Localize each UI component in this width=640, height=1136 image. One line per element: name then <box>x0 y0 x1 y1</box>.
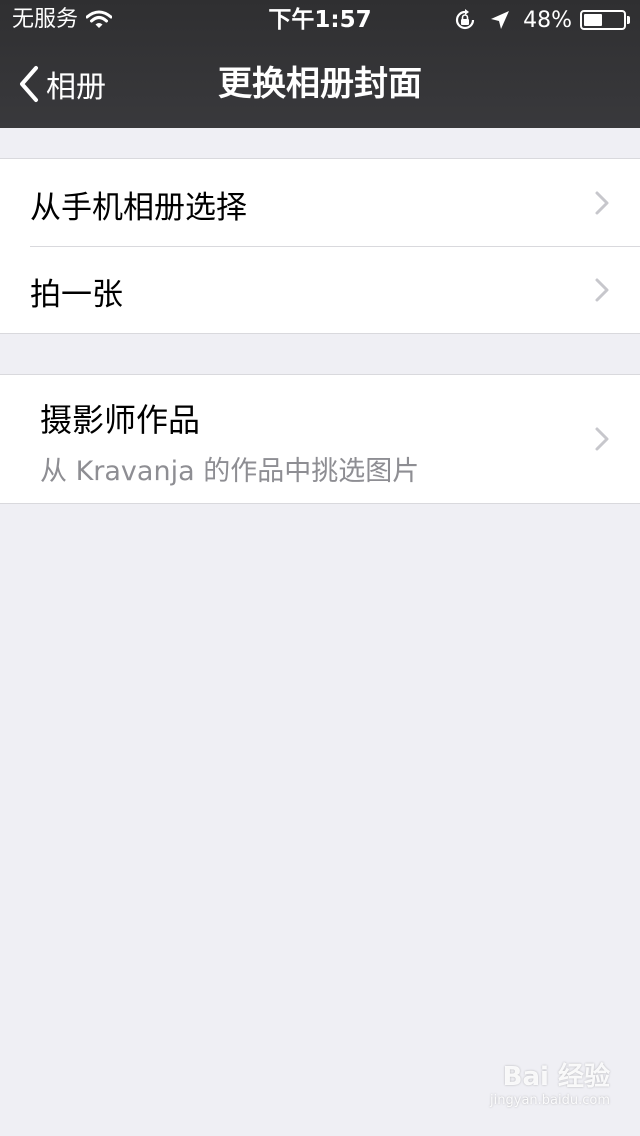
take-photo-row[interactable]: 拍一张 <box>0 246 640 333</box>
watermark-logo: Bai 经验 <box>502 1062 610 1092</box>
from-phone-album-label: 从手机相册选择 <box>30 190 247 226</box>
chevron-right-icon <box>595 427 609 451</box>
top-bar: 无服务 下午1:57 48% 相册 更换相册封面 <box>0 0 640 128</box>
photographer-works-title: 摄影师作品 <box>40 401 201 439</box>
battery-percent: 48% <box>523 7 572 33</box>
navigation-bar: 相册 更换相册封面 <box>0 40 640 128</box>
battery-icon <box>580 10 626 30</box>
chevron-right-icon <box>595 191 609 215</box>
page-title: 更换相册封面 <box>218 64 422 104</box>
status-bar: 无服务 下午1:57 48% <box>0 0 640 40</box>
status-right: 48% <box>453 6 630 34</box>
chevron-right-icon <box>595 278 609 302</box>
from-phone-album-row[interactable]: 从手机相册选择 <box>0 159 640 246</box>
take-photo-label: 拍一张 <box>30 277 123 313</box>
cover-source-group: 从手机相册选择 拍一张 <box>0 158 640 334</box>
location-arrow-icon <box>491 11 510 29</box>
photographer-works-row[interactable]: 摄影师作品 从 Kravanja 的作品中挑选图片 <box>0 375 640 503</box>
battery-cap <box>627 16 630 24</box>
photographer-group: 摄影师作品 从 Kravanja 的作品中挑选图片 <box>0 374 640 504</box>
orientation-lock-icon <box>456 9 475 30</box>
watermark-url: jingyan.baidu.com <box>490 1093 610 1108</box>
photographer-works-subtitle: 从 Kravanja 的作品中挑选图片 <box>40 456 420 487</box>
battery-fill <box>584 14 602 26</box>
baidu-jingyan-watermark: Bai 经验 jingyan.baidu.com <box>490 1056 610 1108</box>
